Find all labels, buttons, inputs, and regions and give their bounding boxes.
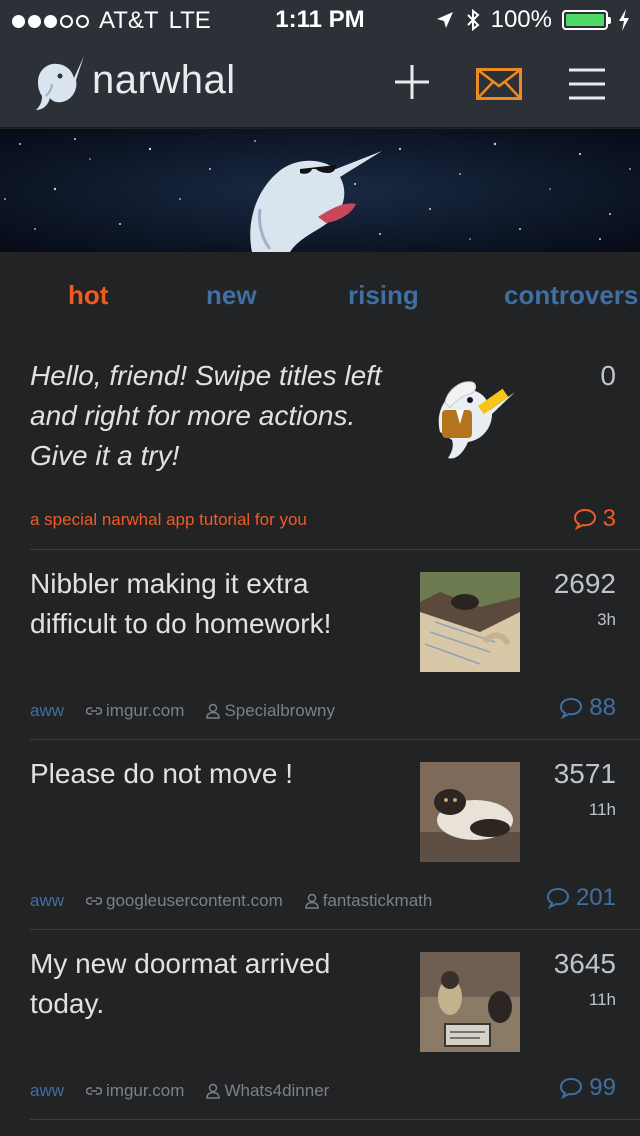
post-tutorial-label[interactable]: a special narwhal app tutorial for you [30, 510, 307, 530]
sort-tabs: hot new rising controvers [0, 252, 640, 342]
hamburger-menu-icon[interactable] [568, 67, 606, 101]
post-row[interactable]: My new doormat arrived today. 3645 11h a… [0, 930, 640, 1119]
author-link[interactable]: fantastickmath [304, 891, 433, 911]
battery-icon [562, 10, 611, 30]
comment-count: 201 [575, 884, 616, 911]
location-arrow-icon [436, 12, 453, 28]
charging-bolt-icon [619, 9, 629, 31]
comments-button[interactable]: 3 [573, 505, 616, 533]
status-bar: AT&T LTE 1:11 PM 100% [0, 0, 640, 40]
row-divider [30, 1119, 640, 1120]
post-score: 3645 [553, 948, 616, 979]
domain-label: imgur.com [106, 701, 185, 720]
comment-count: 99 [589, 1074, 616, 1101]
domain-link[interactable]: googleusercontent.com [86, 891, 283, 911]
user-icon [304, 893, 319, 909]
post-title[interactable]: Hello, friend! Swipe titles left and rig… [30, 356, 390, 476]
tab-controversial[interactable]: controvers [504, 280, 638, 311]
post-meta: aww googleusercontent.com fantastickmath [30, 891, 454, 911]
comment-bubble-icon [560, 1077, 583, 1099]
plus-icon[interactable] [392, 62, 432, 102]
app-name[interactable]: narwhal [92, 58, 236, 103]
post-title[interactable]: Nibbler making it extra difficult to do … [30, 564, 390, 644]
subreddit-link[interactable]: aww [30, 1081, 64, 1101]
user-icon [206, 703, 221, 719]
comment-bubble-icon [546, 887, 569, 909]
tab-hot[interactable]: hot [68, 280, 108, 311]
subreddit-link[interactable]: aww [30, 701, 64, 721]
tab-new[interactable]: new [206, 280, 257, 311]
post-row[interactable]: Please do not move ! 3571 11h aww google… [0, 740, 640, 929]
domain-label: googleusercontent.com [106, 891, 283, 910]
author-label: Whats4dinner [224, 1081, 330, 1100]
comment-bubble-icon [573, 508, 596, 530]
post-row[interactable]: Nibbler making it extra difficult to do … [0, 550, 640, 739]
link-icon [86, 707, 103, 715]
tab-rising[interactable]: rising [348, 280, 419, 311]
post-age: 11h [588, 990, 616, 1009]
space-banner-image [0, 129, 640, 252]
post-meta: aww imgur.com Whats4dinner [30, 1081, 351, 1101]
author-label: fantastickmath [322, 891, 433, 910]
narwhal-logo-icon[interactable] [30, 52, 86, 114]
domain-label: imgur.com [106, 1081, 185, 1100]
comment-count: 3 [602, 505, 616, 532]
comment-bubble-icon [560, 697, 583, 719]
battery-percent: 100% [490, 6, 552, 33]
header-banner [0, 129, 640, 252]
user-icon [206, 1083, 221, 1099]
post-title[interactable]: My new doormat arrived today. [30, 944, 390, 1024]
post-score: 3571 [553, 758, 616, 789]
subreddit-link[interactable]: aww [30, 891, 64, 911]
comments-button[interactable]: 201 [546, 884, 616, 912]
domain-link[interactable]: imgur.com [86, 701, 184, 721]
mail-icon[interactable] [476, 68, 522, 100]
bluetooth-icon [466, 8, 480, 32]
author-link[interactable]: Specialbrowny [206, 701, 335, 721]
post-age: 11h [588, 800, 616, 819]
post-meta: a special narwhal app tutorial for you [30, 510, 307, 530]
comments-button[interactable]: 99 [559, 1074, 616, 1102]
status-right: 100% [435, 6, 630, 34]
author-label: Specialbrowny [224, 701, 335, 720]
comments-button[interactable]: 88 [559, 694, 616, 722]
link-icon [86, 1087, 103, 1095]
comment-count: 88 [589, 694, 616, 721]
navigation-bar: narwhal [0, 40, 640, 128]
domain-link[interactable]: imgur.com [86, 1081, 184, 1101]
post-row[interactable]: Hello, friend! Swipe titles left and rig… [0, 342, 640, 549]
link-icon [86, 897, 103, 905]
post-score: 2692 [553, 568, 616, 599]
post-meta: aww imgur.com Specialbrowny [30, 701, 357, 721]
post-age: 3h [597, 610, 616, 629]
post-score: 0 [600, 360, 616, 391]
post-title[interactable]: Please do not move ! [30, 754, 390, 794]
author-link[interactable]: Whats4dinner [206, 1081, 329, 1101]
